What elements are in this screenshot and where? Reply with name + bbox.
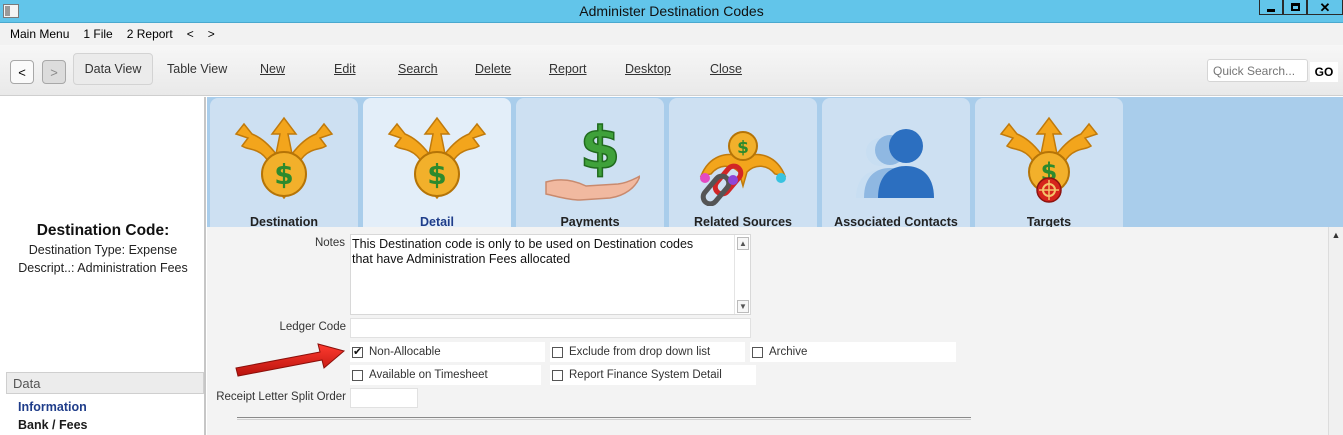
data-view-button[interactable]: Data View (73, 53, 153, 85)
notes-textarea[interactable]: This Destination code is only to be used… (350, 234, 751, 315)
ledger-code-input[interactable] (350, 318, 751, 338)
tab-associated-contacts[interactable]: Associated Contacts (822, 98, 970, 229)
description: Descript..: Administration Fees (18, 261, 188, 275)
tab-targets[interactable]: $ Targets (975, 98, 1123, 229)
receipt-split-input[interactable] (350, 388, 418, 408)
hand-dollar-icon: $ (545, 116, 640, 201)
timesheet-checkbox[interactable] (352, 369, 363, 381)
table-view-button[interactable]: Table View (167, 62, 227, 76)
archive-checkbox-row[interactable]: Archive (750, 342, 956, 362)
go-button[interactable]: GO (1310, 62, 1338, 82)
maximize-button[interactable] (1283, 0, 1307, 15)
menu-main[interactable]: Main Menu (10, 27, 69, 41)
edit-label: Edit (334, 62, 356, 76)
minimize-button[interactable] (1259, 0, 1283, 15)
notes-scroll-down-icon[interactable]: ▼ (737, 300, 749, 313)
contacts-icon (856, 129, 934, 198)
notes-label: Notes (314, 237, 345, 249)
close-icon: ✕ (1319, 0, 1331, 15)
timesheet-label: Available on Timesheet (369, 369, 488, 381)
back-button[interactable]: < (10, 60, 34, 84)
finance-detail-checkbox-row[interactable]: Report Finance System Detail (550, 365, 756, 385)
notes-line-1: This Destination code is only to be used… (352, 237, 694, 251)
finance-detail-label: Report Finance System Detail (569, 369, 722, 381)
desktop-label: Desktop (625, 62, 671, 76)
non-allocable-checkbox[interactable] (352, 345, 363, 358)
edit-button[interactable]: Edit (334, 62, 356, 76)
delete-button[interactable]: Delete (475, 62, 511, 76)
notes-scroll-up-icon[interactable]: ▲ (737, 237, 749, 250)
timesheet-checkbox-row[interactable]: Available on Timesheet (350, 365, 541, 385)
delete-label: Delete (475, 62, 512, 76)
svg-text:$: $ (737, 138, 749, 158)
tab-strip: $ Destination $ Detail $ Payments $ Rela… (207, 97, 1343, 229)
toolbar: < > Data View Table View New Edit Search… (0, 45, 1343, 96)
menu-file[interactable]: 1 File (83, 27, 112, 41)
archive-label: Archive (769, 346, 808, 358)
exclude-dropdown-label: Exclude from drop down list (569, 346, 711, 358)
exclude-dropdown-checkbox-row[interactable]: Exclude from drop down list (550, 342, 745, 362)
minimize-icon (1267, 8, 1275, 12)
ledger-code-label: Ledger Code (279, 321, 347, 333)
report-label: Report (549, 62, 587, 76)
title-bar: Administer Destination Codes ✕ (0, 0, 1343, 23)
desktop-button[interactable]: Desktop (625, 62, 671, 76)
form-separator (237, 417, 971, 420)
non-allocable-label: Non-Allocable (369, 346, 441, 358)
menu-report[interactable]: 2 Report (127, 27, 173, 41)
tab-detail[interactable]: $ Detail (363, 98, 511, 229)
dollar-target-icon: $ (999, 116, 1099, 203)
window-title: Administer Destination Codes (579, 3, 764, 19)
record-title: Destination Code: (36, 222, 170, 239)
close-label: Close (710, 62, 742, 76)
bank-fees-link[interactable]: Bank / Fees (18, 418, 87, 432)
scroll-up-icon[interactable]: ▲ (1329, 227, 1343, 243)
archive-checkbox[interactable] (752, 346, 763, 358)
information-link[interactable]: Information (18, 400, 87, 414)
menu-back[interactable]: < (187, 27, 194, 41)
search-button[interactable]: Search (398, 62, 438, 76)
quick-search-input[interactable] (1207, 59, 1308, 82)
destination-type: Destination Type: Expense (28, 243, 178, 257)
forward-button[interactable]: > (42, 60, 66, 84)
notes-scrollbar[interactable]: ▲ ▼ (734, 235, 750, 314)
data-section-header: Data (6, 372, 204, 394)
search-label: Search (398, 62, 438, 76)
close-button[interactable]: Close (710, 62, 742, 76)
report-button[interactable]: Report (549, 62, 587, 76)
receipt-split-label: Receipt Letter Split Order (216, 391, 346, 403)
maximize-icon (1290, 3, 1300, 11)
dollar-arrows-icon: $ (387, 116, 487, 200)
content-scrollbar[interactable]: ▲ (1328, 227, 1343, 435)
finance-detail-checkbox[interactable] (552, 369, 563, 381)
non-allocable-checkbox-row[interactable]: Non-Allocable (350, 342, 545, 362)
svg-text:$: $ (580, 116, 620, 182)
notes-line-2: that have Administration Fees allocated (352, 252, 571, 266)
new-button[interactable]: New (260, 62, 285, 76)
tab-destination[interactable]: $ Destination (210, 98, 358, 229)
tab-payments[interactable]: $ Payments (516, 98, 664, 229)
svg-text:$: $ (427, 158, 446, 191)
close-window-button[interactable]: ✕ (1307, 0, 1343, 15)
exclude-dropdown-checkbox[interactable] (552, 346, 563, 358)
dollar-arrows-icon: $ (234, 116, 334, 200)
menu-bar: Main Menu 1 File 2 Report < > (0, 23, 1343, 45)
tab-related-sources[interactable]: $ Related Sources (669, 98, 817, 229)
new-label: New (260, 62, 286, 76)
left-panel: Destination Code: Destination Type: Expe… (0, 97, 206, 435)
dollar-chain-icon: $ (699, 131, 787, 206)
svg-text:$: $ (274, 158, 293, 191)
menu-forward[interactable]: > (208, 27, 215, 41)
annotation-arrow-icon (235, 343, 346, 377)
